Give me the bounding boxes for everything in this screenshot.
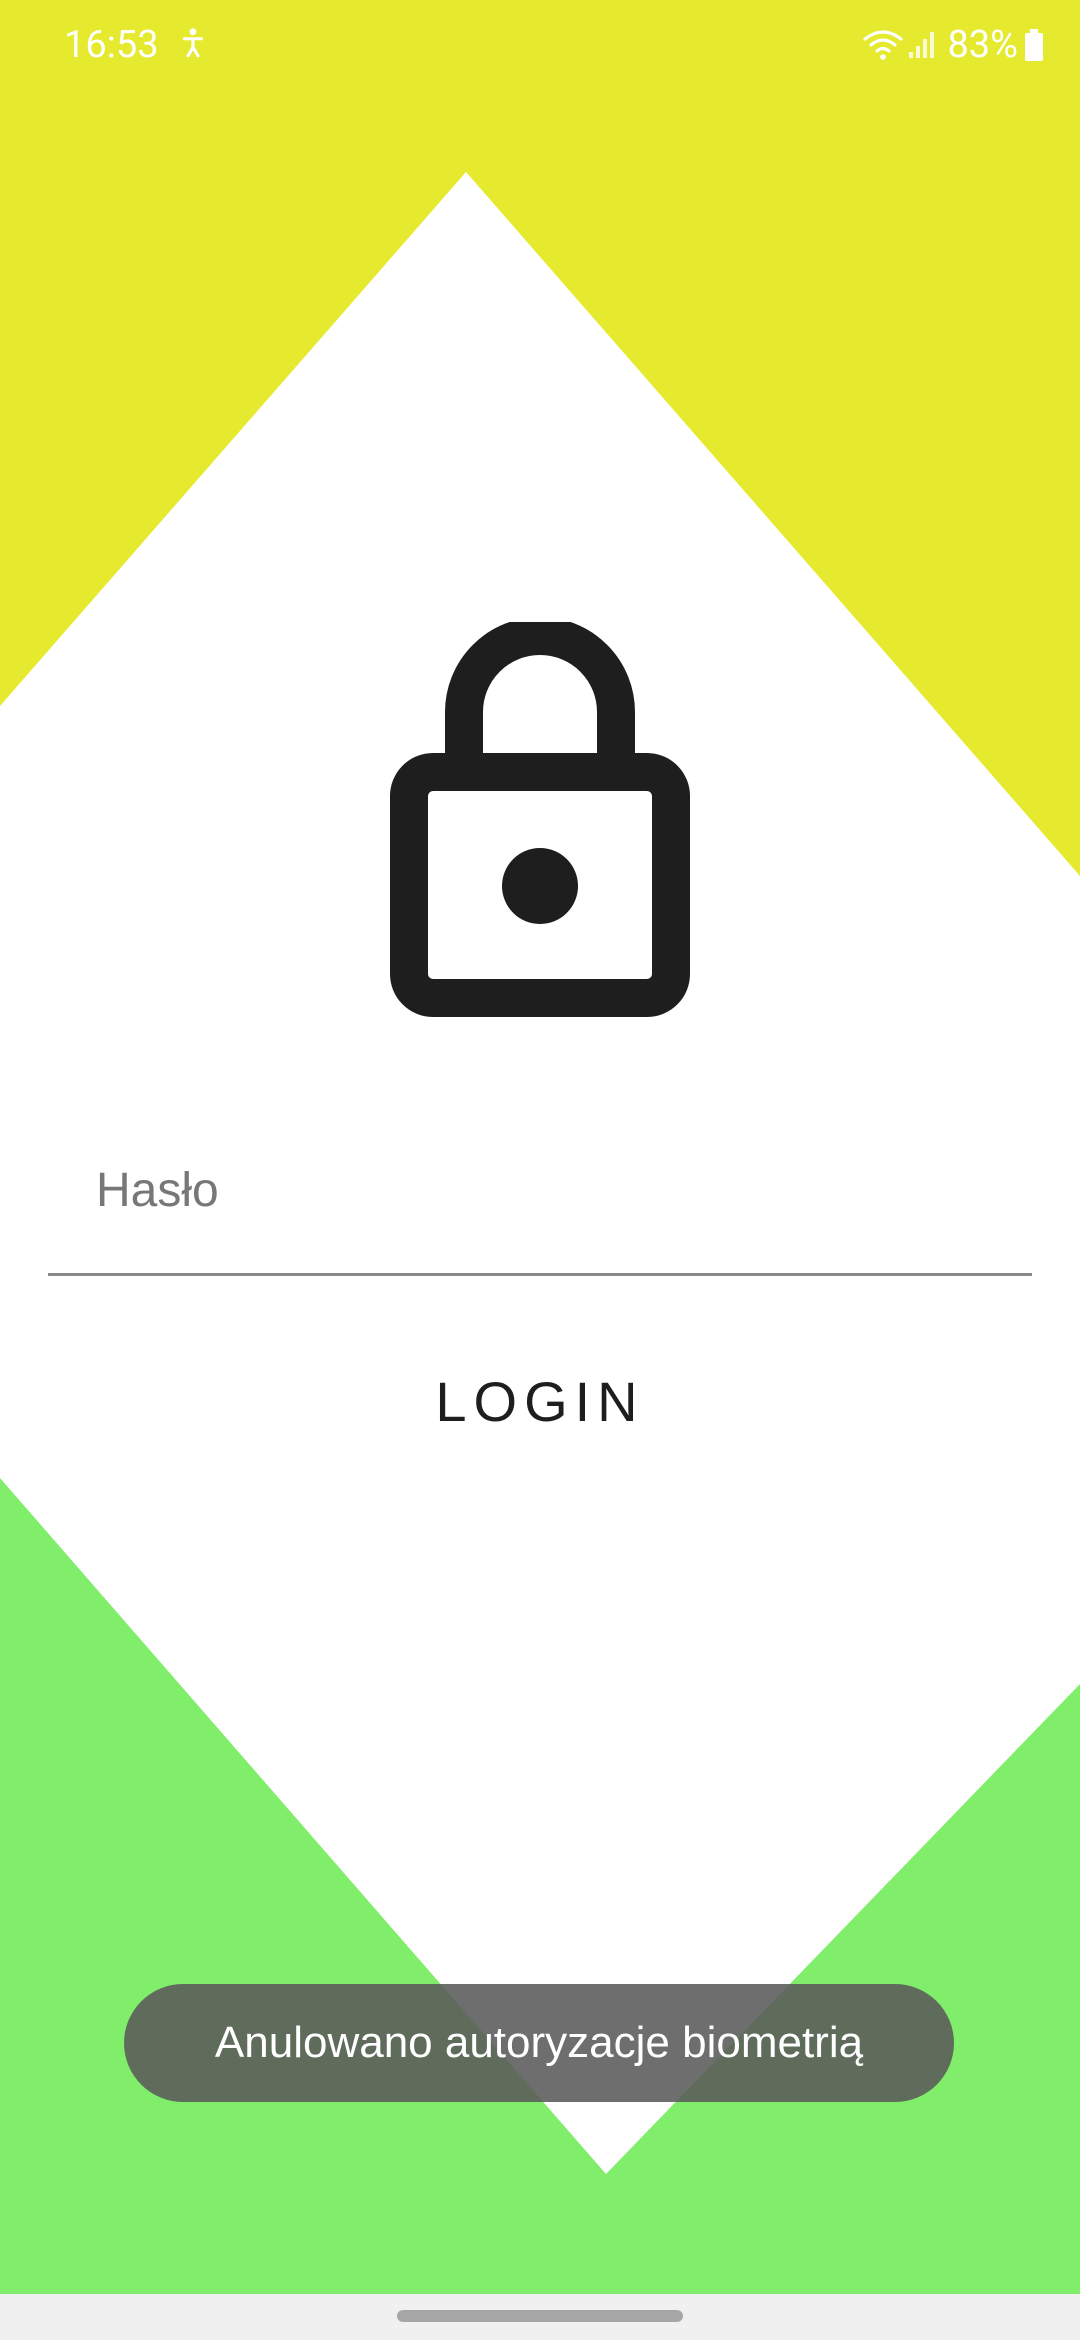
toast-message: Anulowano autoryzacje biometrią [124, 1984, 954, 2102]
status-indicators: 83% [863, 20, 1044, 70]
login-button[interactable]: LOGIN [340, 1346, 740, 1456]
battery-percentage: 83% [947, 23, 1018, 67]
status-time: 16:53 [64, 23, 159, 67]
wifi-icon [863, 30, 904, 60]
password-field[interactable] [48, 1130, 1032, 1276]
accessibility-icon [182, 28, 204, 58]
home-indicator[interactable] [397, 2310, 683, 2322]
status-bar: 16:53 83% [0, 0, 1080, 90]
lock-icon [390, 622, 690, 1017]
navigation-bar [0, 2294, 1080, 2340]
password-input[interactable] [96, 1150, 976, 1230]
battery-icon [1025, 29, 1043, 61]
signal-icon [909, 32, 935, 58]
